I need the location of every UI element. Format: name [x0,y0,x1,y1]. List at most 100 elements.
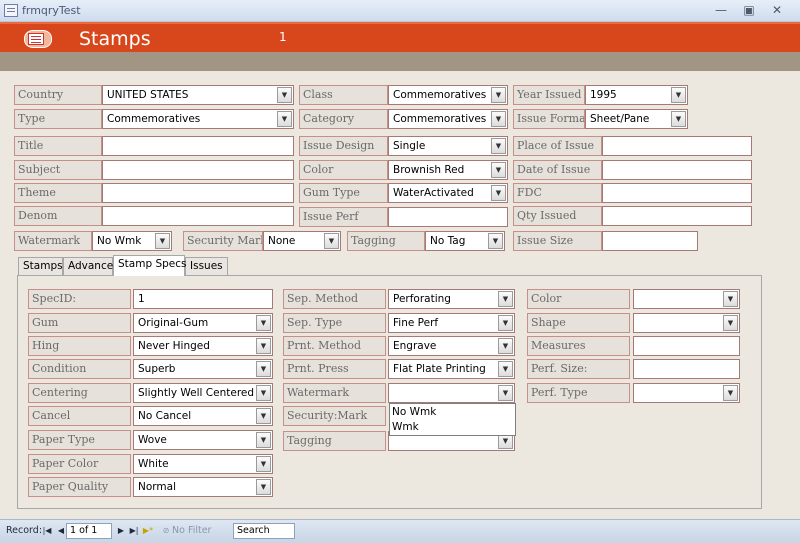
chevron-down-icon[interactable]: ▼ [498,385,513,401]
spec-color-combo[interactable]: ▼ [633,289,740,309]
dropdown-option[interactable]: No Wmk [392,405,436,420]
condition-combo[interactable]: Superb ▼ [133,359,273,379]
chevron-down-icon[interactable]: ▼ [256,385,271,401]
theme-field[interactable] [102,183,294,203]
chevron-down-icon[interactable]: ▼ [498,338,513,354]
color-combo[interactable]: Brownish Red ▼ [388,160,508,180]
paper-quality-combo[interactable]: Normal ▼ [133,477,273,497]
qty-issued-field[interactable] [602,206,752,226]
chevron-down-icon[interactable]: ▼ [256,361,271,377]
issue-format-combo[interactable]: Sheet/Pane ▼ [585,109,688,129]
chevron-down-icon[interactable]: ▼ [256,408,271,424]
subject-field[interactable] [102,160,294,180]
category-label: Category [299,109,388,129]
watermark-combo[interactable]: No Wmk ▼ [92,231,172,251]
fdc-field[interactable] [602,183,752,203]
category-combo[interactable]: Commemoratives ▼ [388,109,508,129]
sep-type-combo[interactable]: Fine Perf ▼ [388,313,515,333]
chevron-down-icon[interactable]: ▼ [491,138,506,154]
country-combo[interactable]: UNITED STATES ▼ [102,85,294,105]
title-field[interactable] [102,136,294,156]
stamps-logo-icon [18,28,56,50]
spec-id-label: SpecID: [28,289,131,309]
type-combo[interactable]: Commemoratives ▼ [102,109,294,129]
tab-stamps[interactable]: Stamps [18,257,63,276]
denom-field[interactable] [102,206,294,226]
sep-method-combo[interactable]: Perforating ▼ [388,289,515,309]
record-number: 1 [279,30,287,44]
issue-design-combo[interactable]: Single ▼ [388,136,508,156]
chevron-down-icon[interactable]: ▼ [671,87,686,103]
chevron-down-icon[interactable]: ▼ [671,111,686,127]
perf-size-field[interactable] [633,359,740,379]
chevron-down-icon[interactable]: ▼ [324,233,339,249]
prnt-method-combo[interactable]: Engrave ▼ [388,336,515,356]
filter-label[interactable]: No Filter [172,524,211,538]
chevron-down-icon[interactable]: ▼ [498,291,513,307]
year-issued-combo[interactable]: 1995 ▼ [585,85,688,105]
form-header: Stamps 1 [0,22,800,52]
last-record-icon[interactable]: ▶| [128,524,140,538]
shape-combo[interactable]: ▼ [633,313,740,333]
spec-watermark-combo[interactable]: ▼ [388,383,515,403]
chevron-down-icon[interactable]: ▼ [491,185,506,201]
measures-label: Measures [527,336,630,356]
chevron-down-icon[interactable]: ▼ [256,432,271,448]
chevron-down-icon[interactable]: ▼ [498,315,513,331]
window-title: frmqryTest [22,4,81,17]
tab-issues[interactable]: Issues [185,257,228,276]
issue-design-label: Issue Design [299,136,388,156]
subject-label: Subject [14,160,102,180]
measures-field[interactable] [633,336,740,356]
close-icon[interactable]: ✕ [769,3,785,17]
tab-stamp-specs[interactable]: Stamp Specs [113,255,186,276]
gum-type-combo[interactable]: WaterActivated ▼ [388,183,508,203]
hing-combo[interactable]: Never Hinged ▼ [133,336,273,356]
chevron-down-icon[interactable]: ▼ [256,456,271,472]
class-combo[interactable]: Commemoratives ▼ [388,85,508,105]
dropdown-option[interactable]: Wmk [392,420,419,435]
search-input[interactable]: Search [233,523,295,539]
filter-icon[interactable]: ⊘ [160,524,172,538]
chevron-down-icon[interactable]: ▼ [277,87,292,103]
chevron-down-icon[interactable]: ▼ [723,385,738,401]
chevron-down-icon[interactable]: ▼ [723,291,738,307]
chevron-down-icon[interactable]: ▼ [488,233,503,249]
date-of-issue-field[interactable] [602,160,752,180]
chevron-down-icon[interactable]: ▼ [256,315,271,331]
record-position-input[interactable]: 1 of 1 [66,523,112,539]
chevron-down-icon[interactable]: ▼ [498,361,513,377]
issue-size-field[interactable] [602,231,698,251]
chevron-down-icon[interactable]: ▼ [491,87,506,103]
chevron-down-icon[interactable]: ▼ [256,338,271,354]
prnt-press-combo[interactable]: Flat Plate Printing ▼ [388,359,515,379]
security-mark-combo[interactable]: None ▼ [263,231,341,251]
chevron-down-icon[interactable]: ▼ [491,162,506,178]
perf-type-combo[interactable]: ▼ [633,383,740,403]
first-record-icon[interactable]: |◀ [41,524,53,538]
tagging-combo[interactable]: No Tag ▼ [425,231,505,251]
chevron-down-icon[interactable]: ▼ [256,479,271,495]
paper-color-combo[interactable]: White ▼ [133,454,273,474]
new-record-icon[interactable]: ▶* [142,524,154,538]
chevron-down-icon[interactable]: ▼ [491,111,506,127]
paper-color-label: Paper Color [28,454,131,474]
maximize-icon[interactable]: ▣ [741,3,757,17]
issue-size-label: Issue Size [513,231,602,251]
perf-size-label: Perf. Size: [527,359,630,379]
next-record-icon[interactable]: ▶ [115,524,127,538]
shape-label: Shape [527,313,630,333]
prnt-press-label: Prnt. Press [283,359,386,379]
cancel-combo[interactable]: No Cancel ▼ [133,406,273,426]
paper-type-combo[interactable]: Wove ▼ [133,430,273,450]
tab-advance[interactable]: Advance [63,257,113,276]
chevron-down-icon[interactable]: ▼ [277,111,292,127]
centering-combo[interactable]: Slightly Well Centered ▼ [133,383,273,403]
spec-id-field[interactable]: 1 [133,289,273,309]
chevron-down-icon[interactable]: ▼ [723,315,738,331]
minimize-icon[interactable]: — [713,3,729,17]
gum-combo[interactable]: Original-Gum ▼ [133,313,273,333]
issue-perf-field[interactable] [388,207,508,227]
chevron-down-icon[interactable]: ▼ [155,233,170,249]
place-of-issue-field[interactable] [602,136,752,156]
